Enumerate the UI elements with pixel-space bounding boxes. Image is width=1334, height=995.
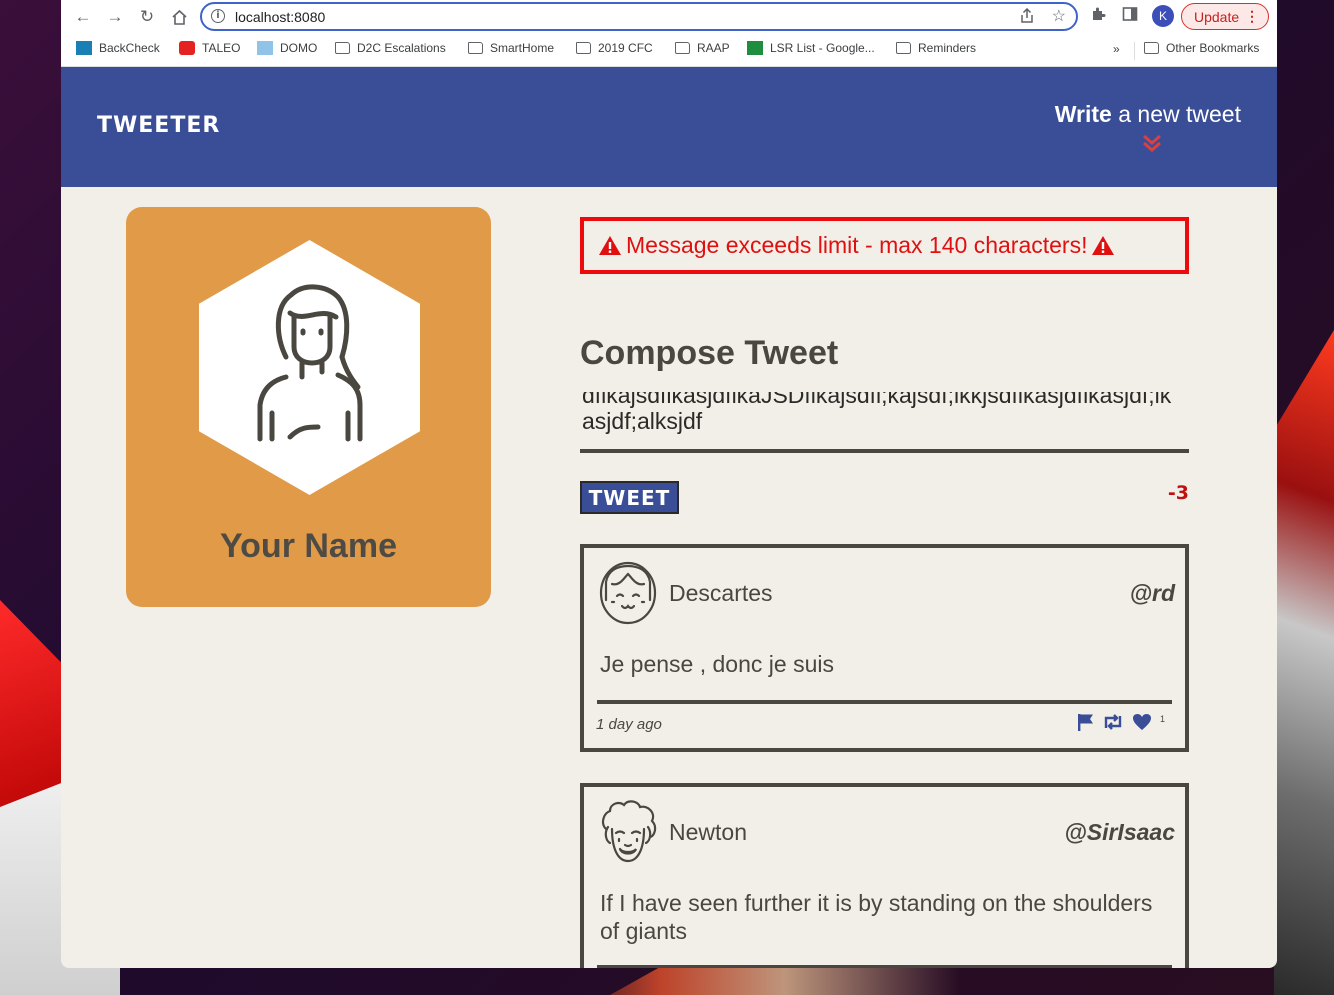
warning-icon	[598, 235, 622, 256]
tweet-textarea[interactable]: dflkajsdflkasjdflkaJSDflkajsdfl;kajsdf;l…	[580, 392, 1189, 453]
reload-icon[interactable]: ↻	[136, 6, 158, 28]
folder-icon	[675, 42, 690, 54]
site-info-icon[interactable]: i	[211, 9, 225, 23]
bookmarks-divider	[1134, 42, 1135, 60]
bookmark-other-bookmarks[interactable]: Other Bookmarks	[1144, 41, 1259, 55]
tweet-card: Newton @SirIsaac If I have seen further …	[580, 783, 1189, 968]
share-icon[interactable]	[1020, 7, 1034, 27]
backcheck-icon	[76, 41, 92, 55]
descartes-avatar-icon	[599, 561, 657, 625]
back-arrow-icon[interactable]: ←	[72, 6, 94, 28]
bookmark-smarthome[interactable]: SmartHome	[468, 41, 554, 55]
tweet-author-name: Descartes	[669, 580, 773, 606]
bookmark-domo[interactable]: DOMO	[257, 41, 317, 55]
menu-dots-icon[interactable]: ⋮	[1245, 8, 1259, 25]
tweet-divider	[597, 700, 1172, 704]
folder-icon	[576, 42, 591, 54]
more-bookmarks-chevron-icon[interactable]: »	[1113, 42, 1120, 56]
bookmark-2019-cfc[interactable]: 2019 CFC	[576, 41, 653, 55]
tweet-body: If I have seen further it is by standing…	[600, 890, 1153, 944]
address-url[interactable]: localhost:8080	[235, 9, 325, 25]
like-count: 1	[1159, 713, 1165, 724]
character-counter: -3	[1167, 482, 1189, 504]
warning-icon	[1091, 235, 1115, 256]
brand-logo: TWEETER	[97, 113, 221, 138]
bookmark-raap[interactable]: RAAP	[675, 41, 730, 55]
tweet-author-handle: @rd	[1129, 580, 1175, 606]
tweet-timestamp: 1 day ago	[596, 716, 662, 733]
tweet-body: Je pense , donc je suis	[600, 651, 834, 677]
folder-icon	[1144, 42, 1159, 54]
error-banner: Message exceeds limit - max 140 characte…	[580, 217, 1189, 274]
domo-icon	[257, 41, 273, 55]
heart-icon[interactable]	[1132, 713, 1152, 736]
tweet-author-name: Newton	[669, 819, 747, 845]
tweet-author-handle: @SirIsaac	[1064, 819, 1175, 845]
double-chevron-down-icon[interactable]	[1142, 133, 1162, 153]
write-bold: Write	[1054, 101, 1112, 127]
profile-name: Your Name	[220, 527, 397, 565]
bookmark-d2c-escalations[interactable]: D2C Escalations	[335, 41, 446, 55]
bookmarks-bar: BackCheck TALEO DOMO D2C Escalations Sma…	[61, 34, 1277, 67]
tweet-button[interactable]: TWEET	[580, 481, 679, 514]
update-button[interactable]: Update ⋮	[1181, 3, 1269, 30]
folder-icon	[335, 42, 350, 54]
write-new-tweet-toggle[interactable]: Write a new tweet	[1055, 101, 1241, 128]
bookmark-lsr-list[interactable]: LSR List - Google...	[747, 41, 875, 55]
taleo-icon	[179, 41, 195, 55]
desktop-wallpaper-bottom	[610, 967, 1060, 995]
flag-icon[interactable]	[1077, 713, 1094, 736]
user-avatar-icon	[257, 284, 363, 442]
folder-icon	[896, 42, 911, 54]
update-label: Update	[1194, 8, 1240, 25]
retweet-icon[interactable]	[1102, 714, 1124, 735]
tweet-actions: 1	[1077, 713, 1165, 736]
bookmark-reminders[interactable]: Reminders	[896, 41, 976, 55]
bookmark-backcheck[interactable]: BackCheck	[76, 41, 160, 55]
extensions-puzzle-icon[interactable]	[1090, 6, 1106, 27]
app-header: TWEETER Write a new tweet	[61, 67, 1277, 187]
address-bar[interactable]: i localhost:8080 ☆	[200, 2, 1078, 31]
profile-avatar[interactable]: K	[1152, 5, 1174, 27]
sheets-icon	[747, 41, 763, 55]
browser-window: ← → ↻ i localhost:8080 ☆ K Update ⋮ Back…	[61, 0, 1277, 968]
forward-arrow-icon[interactable]: →	[104, 6, 126, 28]
browser-toolbar: ← → ↻ i localhost:8080 ☆ K Update ⋮	[61, 0, 1277, 34]
folder-icon	[468, 42, 483, 54]
tweet-textarea-value[interactable]: dflkajsdflkasjdflkaJSDflkajsdfl;kajsdf;l…	[582, 392, 1178, 434]
tweet-divider	[597, 965, 1172, 968]
bookmark-star-icon[interactable]: ☆	[1052, 6, 1066, 26]
tweet-card: Descartes @rd Je pense , donc je suis 1 …	[580, 544, 1189, 752]
bookmark-taleo[interactable]: TALEO	[179, 41, 240, 55]
write-rest: a new tweet	[1111, 101, 1241, 127]
error-message: Message exceeds limit - max 140 characte…	[626, 232, 1088, 258]
home-icon[interactable]	[168, 6, 190, 28]
newton-avatar-icon	[601, 800, 657, 863]
desktop-wallpaper-right	[1274, 330, 1334, 995]
compose-title: Compose Tweet	[580, 334, 839, 372]
profile-card: Your Name	[126, 207, 491, 607]
side-panel-icon[interactable]	[1122, 6, 1138, 27]
